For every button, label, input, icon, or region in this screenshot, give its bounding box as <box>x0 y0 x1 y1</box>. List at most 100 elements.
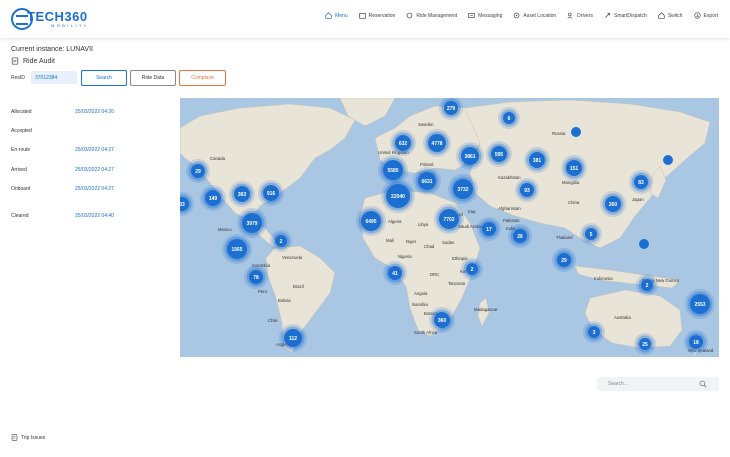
map-cluster[interactable]: 17 <box>477 217 501 241</box>
map-cluster[interactable]: 363 <box>229 181 255 207</box>
map-cluster[interactable]: 151 <box>561 155 587 181</box>
ride-data-button[interactable]: Ride Data <box>130 70 176 86</box>
map-cluster[interactable]: 7702 <box>434 204 464 234</box>
timeline-label: Cleared <box>11 213 29 219</box>
nav-ride-management-label: Ride Management <box>416 12 458 19</box>
audit-icon <box>11 57 19 65</box>
map-cluster[interactable]: 2553 <box>685 289 715 319</box>
timeline-value: 25/03/2022 04:26 <box>75 109 114 115</box>
complaint-button[interactable]: Complaint <box>179 70 226 86</box>
cluster-count: 18 <box>693 340 699 346</box>
map-cluster[interactable]: 18 <box>684 330 708 354</box>
nav-switch[interactable]: Switch <box>658 12 683 19</box>
place-name: Peru <box>258 289 268 294</box>
place-name: Venezuela <box>282 255 303 260</box>
timeline-label: En-route <box>11 147 31 153</box>
map-cluster[interactable]: 2 <box>461 258 483 280</box>
map-cluster[interactable]: 6631 <box>413 167 441 195</box>
map-cluster[interactable]: 26 <box>508 224 532 248</box>
map-cluster[interactable]: 916 <box>258 180 284 206</box>
map-cluster[interactable]: 3 <box>583 321 605 343</box>
nav-smartdispatch[interactable]: SmartDispatch <box>604 12 647 19</box>
map-cluster[interactable]: 149 <box>200 185 226 211</box>
place-name: Mongolia <box>562 180 580 185</box>
place-name: Chile <box>268 318 278 323</box>
map-cluster[interactable]: 2 <box>270 230 292 252</box>
logo-icon <box>11 8 33 30</box>
place-name: Tanzania <box>448 281 466 286</box>
map-cluster[interactable]: 6 <box>498 107 520 129</box>
timeline-label: Allocated <box>11 109 32 115</box>
map-cluster[interactable]: 381 <box>524 147 550 173</box>
nav-messaging-label: Messaging <box>478 12 503 19</box>
map-cluster[interactable]: 22040 <box>381 179 415 213</box>
place-name: Madagascar <box>474 307 498 312</box>
search-button[interactable]: Search <box>81 70 127 86</box>
cluster-count: 6631 <box>421 179 432 185</box>
map-cluster[interactable]: 3979 <box>237 208 267 238</box>
logo-sub-text: MOBILITY <box>51 23 89 28</box>
resid-input[interactable] <box>31 71 77 84</box>
world-map[interactable]: CanadaSwedenRussiaUnited KingdomPolandUk… <box>180 98 719 357</box>
map-cluster[interactable]: 360 <box>429 307 455 333</box>
main-nav: Menu Reservation Ride Management Messagi… <box>325 12 718 19</box>
place-name: Libya <box>418 222 429 227</box>
map-cluster[interactable]: 4778 <box>423 129 451 157</box>
top-bar: TECH360 MOBILITY Menu Reservation Ride M… <box>0 0 730 38</box>
map-cluster[interactable]: 41 <box>383 261 407 285</box>
cluster-count: 2553 <box>694 302 705 308</box>
timeline-value: 25/03/2022 04:27 <box>75 186 114 192</box>
map-cluster[interactable]: 595 <box>486 141 512 167</box>
map-canvas[interactable]: CanadaSwedenRussiaUnited KingdomPolandUk… <box>180 98 719 357</box>
map-cluster[interactable]: 260 <box>600 191 626 217</box>
place-name: Australia <box>614 315 631 320</box>
nav-export-label: Export <box>703 12 718 19</box>
nav-export[interactable]: Export <box>693 12 718 19</box>
map-cluster[interactable]: 632 <box>390 130 416 156</box>
tech360-logo[interactable]: TECH360 MOBILITY <box>11 8 89 30</box>
cluster-count: 22040 <box>391 194 405 200</box>
map-cluster[interactable]: 78 <box>244 265 268 289</box>
map-cluster[interactable]: 29 <box>552 248 576 272</box>
trip-issues-section[interactable]: Trip Issues <box>11 434 45 441</box>
trip-issues-icon <box>11 434 18 441</box>
place-name: Sweden <box>418 122 434 127</box>
location-icon <box>513 12 520 19</box>
timeline-label: Accepted <box>11 128 32 134</box>
nav-messaging[interactable]: Messaging <box>468 12 502 19</box>
cluster-count: 5 <box>590 232 593 238</box>
place-name: Russia <box>552 131 566 136</box>
nav-reservation[interactable]: Reservation <box>358 12 395 19</box>
map-cluster[interactable]: 29 <box>186 159 210 183</box>
cluster-count: 149 <box>209 196 218 202</box>
map-cluster[interactable]: 25 <box>634 333 656 355</box>
map-cluster[interactable]: 1565 <box>222 234 252 264</box>
nav-ride-management[interactable]: Ride Management <box>406 12 457 19</box>
cluster-count: 381 <box>533 158 542 164</box>
map-cluster[interactable]: 93 <box>515 178 539 202</box>
cluster-count: 260 <box>609 202 618 208</box>
single-marker <box>571 127 581 137</box>
export-icon <box>693 12 701 19</box>
map-cluster[interactable]: 6495 <box>356 206 386 236</box>
page-title: Ride Audit <box>11 57 55 65</box>
nav-drivers-label: Drivers <box>577 12 594 19</box>
cluster-count: 3732 <box>457 187 468 193</box>
nav-drivers[interactable]: Drivers <box>567 12 593 19</box>
map-cluster[interactable]: 3732 <box>448 174 478 204</box>
cluster-count: 279 <box>447 106 456 112</box>
map-cluster[interactable]: 112 <box>279 324 307 352</box>
place-name: Angola <box>414 291 428 296</box>
map-cluster[interactable]: 3861 <box>456 142 484 170</box>
map-cluster[interactable]: 5 <box>580 223 602 245</box>
map-cluster[interactable]: 33 <box>180 192 194 216</box>
place-name: China <box>568 200 580 205</box>
map-cluster[interactable]: 2 <box>636 274 658 296</box>
cluster-count: 360 <box>438 318 447 324</box>
map-cluster[interactable]: 83 <box>629 170 653 194</box>
nav-menu[interactable]: Menu <box>325 12 348 19</box>
nav-asset-location[interactable]: Asset Location <box>513 12 556 19</box>
search-icon[interactable] <box>699 380 707 388</box>
place-name: Namibia <box>412 302 428 307</box>
place-name: Bolivia <box>278 298 291 303</box>
